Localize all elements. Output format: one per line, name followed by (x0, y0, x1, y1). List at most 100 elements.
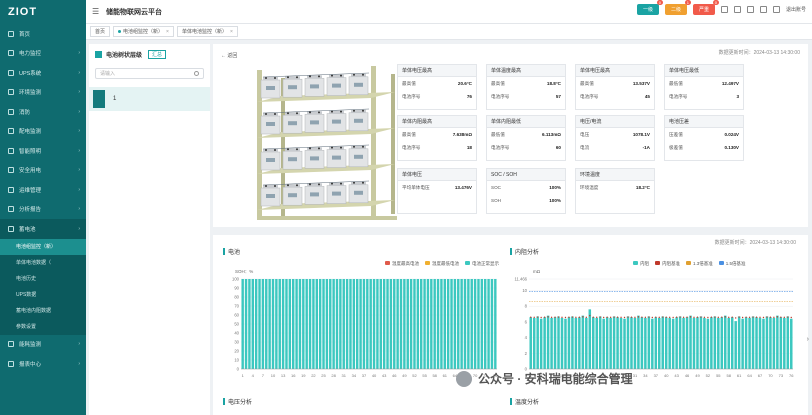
chart-bar (651, 318, 654, 369)
chart-bar (539, 318, 543, 369)
tab-home[interactable]: 首页 (90, 26, 111, 37)
legend-item[interactable]: 温度最低电池 (425, 261, 459, 267)
tab-single-battery[interactable]: 单体电池监控（新） × (176, 26, 238, 37)
sidebar-item[interactable]: 蓄电池 › (0, 219, 86, 239)
sidebar-item[interactable]: 能耗监测 › (0, 335, 86, 355)
baseline-point (717, 316, 720, 319)
metric-card-title: 单体电压最低 (665, 65, 743, 77)
back-button[interactable]: ← 返回 (221, 52, 237, 59)
sidebar-subitem[interactable]: 参数设置 (0, 318, 86, 335)
chart-bar (436, 279, 440, 369)
x-tick-label: 46 (685, 373, 690, 378)
summary-button[interactable]: 汇总 (148, 49, 167, 59)
chart-bar (258, 279, 261, 369)
sidebar-subitem[interactable]: 蓄电池内阻数据 (0, 302, 86, 319)
metric-row: 电压 1078.1V (580, 131, 650, 138)
tree-node[interactable]: 1 (89, 87, 210, 111)
x-tick-label: 40 (664, 373, 669, 378)
metric-card-title: 环境温度 (576, 169, 654, 181)
chart-bar (675, 317, 678, 369)
sidebar-item[interactable]: 安全用电 › (0, 161, 86, 181)
chevron-right-icon[interactable]: › (807, 336, 809, 343)
metric-row: 最低值 12.497V (669, 80, 739, 87)
legend-item[interactable]: 内阻 (633, 261, 649, 267)
legend-item[interactable]: 温度最高电池 (385, 261, 419, 267)
chart-bar (779, 317, 783, 369)
menu-item-icon (8, 69, 14, 76)
sidebar-subitem[interactable]: 电池组监控（新） (0, 238, 86, 255)
chart-bar (623, 318, 626, 369)
baseline-point (686, 316, 688, 318)
chart-bar (470, 279, 473, 369)
alarm-level2-badge[interactable]: 二级 1 (664, 0, 691, 15)
sidebar-item[interactable]: 消防 › (0, 102, 86, 122)
chart-bar (443, 279, 447, 369)
baseline-point (599, 316, 601, 318)
sidebar-subitem[interactable]: 电池历史 (0, 270, 86, 287)
alarm-level1-badge[interactable]: 一级 0 (636, 0, 663, 15)
y-tick-label: 100 (232, 277, 240, 282)
y-tick-label: 10 (522, 288, 527, 293)
message-icon[interactable] (720, 6, 728, 13)
baseline-point (689, 316, 692, 318)
baseline-point (766, 316, 768, 318)
chart-bar (550, 317, 553, 369)
chart-bar (685, 317, 689, 369)
chart-bar (409, 279, 413, 369)
battery-chart-title: 电池 (223, 247, 240, 256)
chart-bar (765, 316, 769, 369)
legend-item[interactable]: 内阻基准 (655, 261, 680, 267)
resistance-y-label: mΩ (533, 269, 541, 274)
chart-bar (251, 279, 255, 369)
metric-row: 电池序号 57 (491, 93, 561, 100)
menu-icon[interactable]: ☰ (92, 7, 100, 16)
sidebar-subitem[interactable]: UPS数据 (0, 286, 86, 303)
chart-bar (772, 317, 776, 369)
legend-item[interactable]: 1.5倍基准 (718, 261, 746, 267)
sidebar-item[interactable]: 分析报告 › (0, 200, 86, 220)
chart-bar (553, 317, 557, 369)
grid-icon[interactable] (759, 6, 767, 13)
baseline-point (759, 316, 761, 319)
x-tick-label: 61 (737, 373, 742, 378)
chart-bar (595, 317, 598, 369)
legend-item[interactable]: 电池正常显示 (465, 261, 499, 267)
bell-icon[interactable] (733, 6, 741, 13)
help-icon[interactable] (772, 6, 780, 13)
close-icon[interactable]: × (166, 29, 169, 35)
chart-bar (661, 316, 664, 369)
baseline-point (550, 316, 553, 319)
chart-bar (285, 279, 288, 369)
sidebar-item[interactable]: 首页 (0, 24, 86, 44)
alarm-severe-badge[interactable]: 严重 0 (692, 0, 719, 15)
legend-item[interactable]: 1.3倍基准 (686, 261, 713, 267)
sidebar-item[interactable]: 报表中心 › (0, 354, 86, 374)
sidebar-item[interactable]: 配电监测 › (0, 122, 86, 142)
x-tick-label: 52 (706, 373, 711, 378)
battery-rack-image (257, 66, 397, 220)
chart-bar (477, 279, 480, 369)
fullscreen-icon[interactable] (746, 6, 754, 13)
chart-bar (713, 316, 717, 369)
tab-battery-group[interactable]: 电池组监控（新） × (113, 26, 174, 37)
sidebar-item[interactable]: 运维管理 › (0, 180, 86, 200)
chart-bar (578, 317, 581, 369)
y-tick-label: 80 (234, 295, 239, 300)
tree-search-input[interactable]: 请输入 (95, 68, 204, 79)
baseline-point (773, 316, 775, 319)
x-tick-label: 7 (262, 373, 265, 378)
sidebar-item[interactable]: 环境监测 › (0, 83, 86, 103)
metric-row: 电池序号 60 (491, 144, 561, 151)
baseline-point (724, 316, 726, 318)
wechat-icon (456, 370, 472, 387)
x-tick-label: 43 (382, 373, 387, 378)
sidebar-subitem[interactable]: 单体电池数据（ (0, 254, 86, 271)
sidebar-item[interactable]: 电力监控 › (0, 44, 86, 64)
chart-bar (275, 279, 278, 369)
close-icon[interactable]: × (230, 29, 233, 35)
sidebar-item[interactable]: UPS系统 › (0, 63, 86, 83)
metric-card: SOC / SOH SOC 100% SOH 100% (486, 168, 566, 214)
sidebar-item[interactable]: 智能照明 › (0, 141, 86, 161)
chart-bar (786, 316, 790, 369)
user-menu[interactable]: 退出账号 (786, 6, 806, 13)
